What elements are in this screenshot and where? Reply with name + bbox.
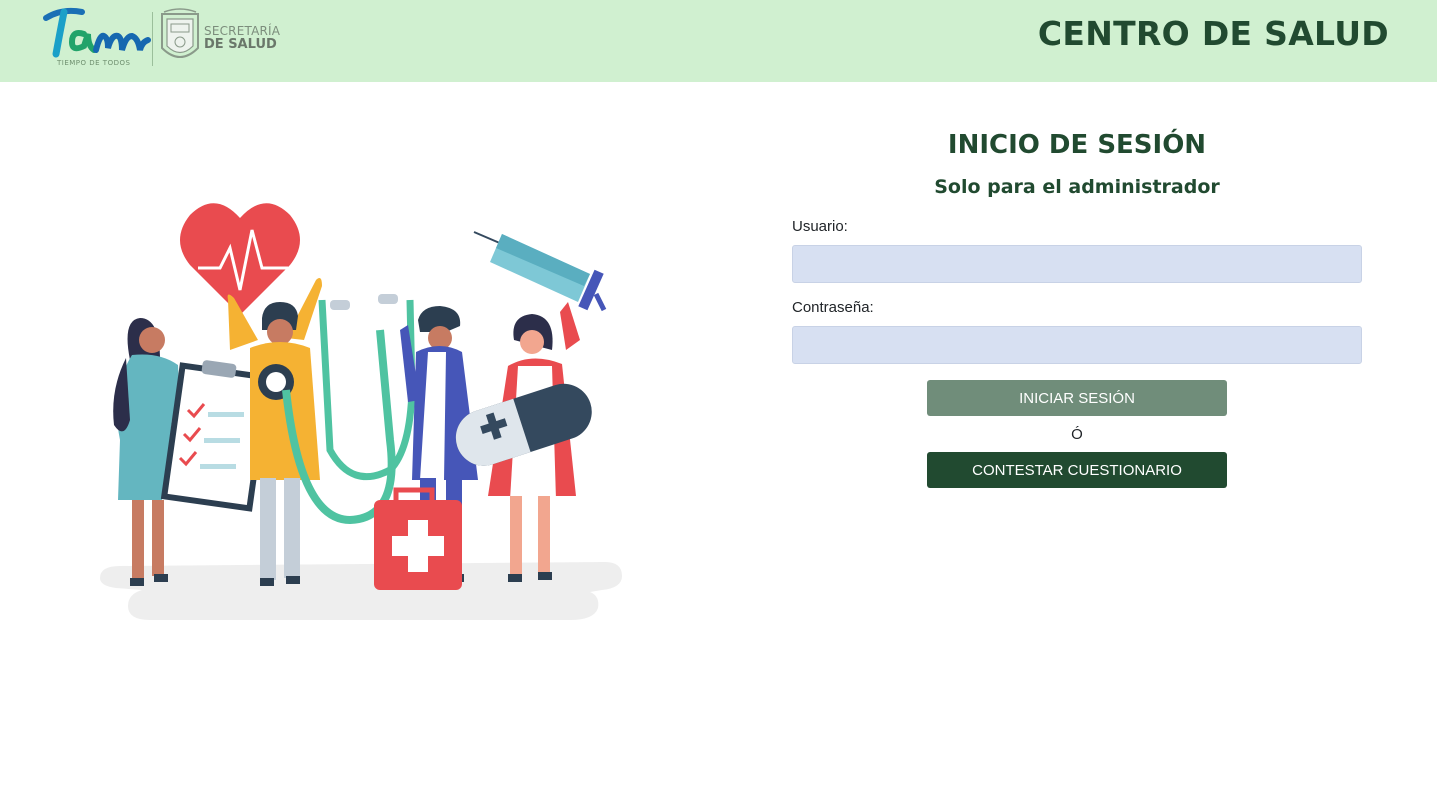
username-input[interactable] [792, 245, 1362, 283]
answer-questionnaire-button[interactable]: CONTESTAR CUESTIONARIO [927, 452, 1227, 488]
state-seal-icon [161, 8, 199, 58]
tam-logo-icon [43, 7, 151, 58]
heart-icon [180, 203, 300, 315]
login-button[interactable]: INICIAR SESIÓN [927, 380, 1227, 416]
password-label: Contraseña: [792, 299, 874, 316]
logo-secretaria-line1: SECRETARÍA [204, 24, 281, 38]
login-subtitle: Solo para el administrador [934, 176, 1220, 198]
doctor-woman-clipboard [113, 318, 272, 586]
logo-tagline: TIEMPO DE TODOS [57, 59, 131, 67]
first-aid-kit-icon [374, 487, 462, 590]
syringe-icon [473, 231, 607, 312]
brand-title: CENTRO DE SALUD [1037, 14, 1389, 53]
medical-team-illustration [100, 203, 622, 620]
logo-secretaria-line2: DE SALUD [204, 37, 277, 52]
logo-divider [152, 12, 153, 66]
login-form: INICIO DE SESIÓN Solo para el administra… [792, 120, 1362, 488]
doctor-woman-capsule [455, 302, 592, 582]
or-separator: Ó [1071, 426, 1083, 443]
government-logo[interactable]: TIEMPO DE TODOS SECRETARÍA DE SALUD [42, 6, 282, 70]
password-input[interactable] [792, 326, 1362, 364]
login-title: INICIO DE SESIÓN [947, 130, 1207, 160]
header-bar: TIEMPO DE TODOS SECRETARÍA DE SALUD CENT… [0, 0, 1437, 82]
username-label: Usuario: [792, 218, 848, 235]
